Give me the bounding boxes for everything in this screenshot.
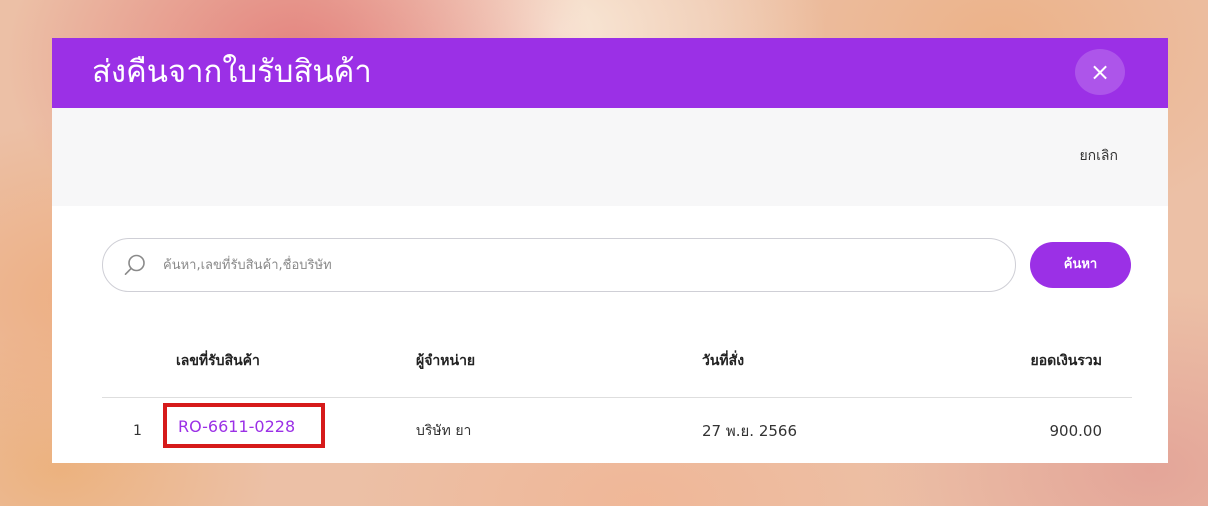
table-divider xyxy=(102,397,1132,398)
return-from-receipt-modal: ส่งคืนจากใบรับสินค้า × ยกเลิก ค้นหา เลขท… xyxy=(52,38,1168,463)
supplier-cell: บริษัท ยา xyxy=(416,423,472,439)
column-header-order-date: วันที่สั่ง xyxy=(702,353,745,369)
modal-title: ส่งคืนจากใบรับสินค้า xyxy=(92,54,372,90)
receipt-number-link[interactable]: RO-6611-0228 xyxy=(178,417,295,437)
highlighted-receipt-link[interactable]: RO-6611-0228 xyxy=(163,403,325,448)
order-date-cell: 27 พ.ย. 2566 xyxy=(702,422,798,440)
search-box[interactable] xyxy=(102,238,1016,292)
search-button[interactable]: ค้นหา xyxy=(1030,242,1131,288)
column-header-supplier: ผู้จำหน่าย xyxy=(416,353,476,369)
row-index: 1 xyxy=(133,423,142,439)
search-input[interactable] xyxy=(163,253,983,277)
search-icon xyxy=(124,254,145,276)
column-header-receipt-no: เลขที่รับสินค้า xyxy=(176,353,260,369)
column-header-total: ยอดเงินรวม xyxy=(1030,353,1102,369)
close-icon[interactable]: × xyxy=(1075,49,1125,95)
action-bar: ยกเลิก xyxy=(52,108,1168,206)
cancel-button[interactable]: ยกเลิก xyxy=(1079,146,1118,166)
total-amount-cell: 900.00 xyxy=(1049,422,1103,440)
modal-header: ส่งคืนจากใบรับสินค้า × xyxy=(52,38,1168,108)
